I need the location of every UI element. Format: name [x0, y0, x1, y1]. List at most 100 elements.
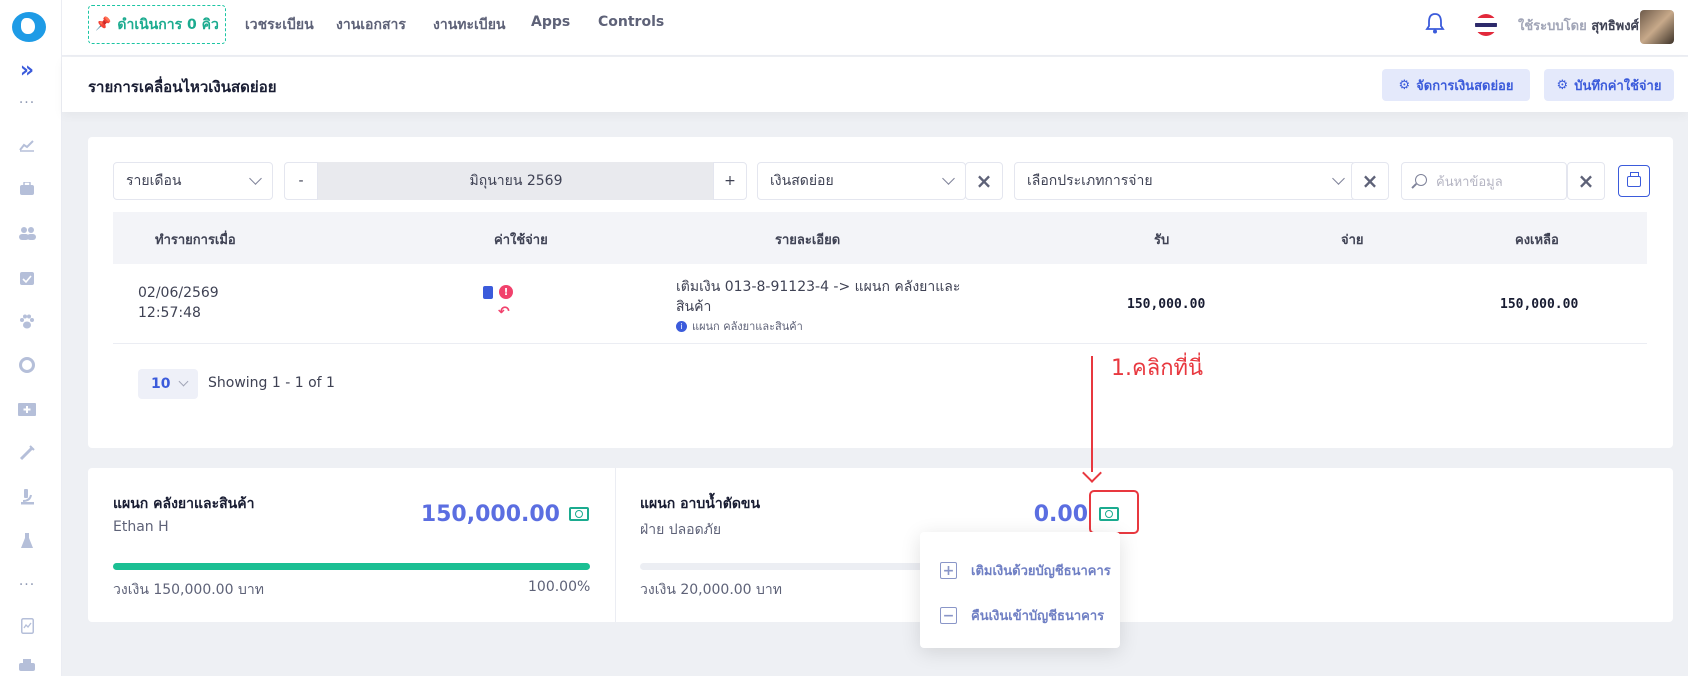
annotation-arrow	[1091, 356, 1093, 472]
row-detail-line2: สินค้า	[676, 299, 712, 315]
user-label[interactable]: ใช้ระบบโดย สุทธิพงศ์	[1518, 15, 1639, 36]
col-created-at[interactable]: ทำรายการเมื่อ	[155, 229, 236, 250]
page-header: รายการเคลื่อนไหวเงินสดย่อย ⚙ จัดการเงินส…	[62, 57, 1688, 112]
left-rail: » ··· ···	[0, 0, 62, 676]
fund-limit-text: วงเงิน 20,000.00 บาท	[640, 582, 783, 598]
manage-petty-cash-button[interactable]: ⚙ จัดการเงินสดย่อย	[1382, 69, 1530, 101]
clear-search-button[interactable]: ×	[1567, 162, 1605, 200]
fund-dept-name: แผนก คลังยาและสินค้า	[113, 496, 255, 512]
lifebuoy-icon[interactable]	[17, 355, 37, 375]
close-icon: ×	[975, 169, 993, 193]
row-receive: 150,000.00	[1127, 297, 1206, 312]
alert-icon[interactable]: !	[499, 285, 513, 299]
printer-icon[interactable]	[17, 656, 37, 676]
search-input[interactable]: ค้นหาข้อมูล	[1401, 162, 1567, 200]
annotation-text: 1.คลิกที่นี่	[1111, 356, 1204, 381]
row-detail-note-text: แผนก คลังยาและสินค้า	[692, 320, 803, 333]
fund-owner: Ethan H	[113, 519, 169, 535]
divider	[615, 468, 616, 622]
calendar-check-icon[interactable]	[17, 267, 37, 287]
menu-deposit-bank[interactable]: + เติมเงินด้วยบัญชีธนาคาร	[940, 560, 1111, 581]
expand-sidebar-icon[interactable]: »	[17, 58, 37, 83]
app-logo-icon[interactable]	[12, 12, 46, 42]
queue-button[interactable]: 📌 ดำเนินการ 0 คิว	[88, 5, 226, 44]
flask-icon[interactable]	[17, 531, 37, 551]
nav-documents[interactable]: งานเอกสาร	[336, 14, 406, 36]
manage-petty-cash-label: จัดการเงินสดย่อย	[1416, 78, 1514, 94]
chevron-down-icon	[1332, 172, 1345, 185]
fund-value: เงินสดย่อย	[770, 173, 834, 189]
pin-icon: 📌	[95, 17, 112, 32]
table-header: ทำรายการเมื่อ ค่าใช้จ่าย รายละเอียด รับ …	[113, 212, 1647, 264]
settings-icon: ⚙	[1556, 77, 1569, 93]
microscope-icon[interactable]	[17, 487, 37, 507]
document-icon[interactable]	[483, 286, 493, 299]
row-balance: 150,000.00	[1500, 297, 1579, 312]
pagination-summary: Showing 1 - 1 of 1	[208, 375, 335, 391]
fund-action-menu: + เติมเงินด้วยบัญชีธนาคาร − คืนเงินเข้าบ…	[920, 532, 1120, 648]
medical-bag-icon[interactable]	[17, 179, 37, 199]
page-size-select[interactable]: 10	[138, 369, 198, 399]
search-placeholder: ค้นหาข้อมูล	[1436, 174, 1503, 190]
col-receive[interactable]: รับ	[1154, 229, 1169, 250]
period-value: รายเดือน	[126, 173, 182, 189]
paw-icon[interactable]	[17, 311, 37, 331]
user-name: สุทธิพงศ์	[1591, 19, 1639, 34]
close-icon: ×	[1577, 169, 1595, 193]
info-icon: i	[676, 321, 687, 332]
row-detail-note: i แผนก คลังยาและสินค้า	[676, 317, 803, 335]
fund-limit-bar	[113, 563, 590, 570]
previous-month-button[interactable]: -	[284, 162, 318, 200]
avatar[interactable]	[1640, 10, 1674, 44]
next-month-button[interactable]: +	[713, 162, 747, 200]
settings-icon: ⚙	[1398, 77, 1411, 93]
syringe-icon[interactable]	[17, 443, 37, 463]
col-pay[interactable]: จ่าย	[1341, 229, 1364, 250]
table-row: 02/06/2569 12:57:48 ! ↶ เติมเงิน 013-8-9…	[113, 264, 1647, 344]
more-dots-icon[interactable]: ···	[17, 93, 37, 113]
row-date: 02/06/2569	[138, 285, 219, 301]
expense-type-placeholder: เลือกประเภทการจ่าย	[1027, 173, 1153, 189]
fund-limit-bar-fill	[113, 563, 590, 570]
nav-controls[interactable]: Controls	[598, 14, 664, 30]
notification-bell-icon[interactable]	[1425, 12, 1445, 34]
nav-registration[interactable]: งานทะเบียน	[433, 14, 505, 36]
queue-label: ดำเนินการ 0 คิว	[117, 16, 219, 33]
funds-card	[88, 468, 1673, 622]
nav-medical-records[interactable]: เวชระเบียน	[245, 14, 314, 36]
more-dots-icon[interactable]: ···	[17, 575, 37, 595]
menu-deposit-label: เติมเงินด้วยบัญชีธนาคาร	[971, 564, 1111, 579]
menu-withdraw-bank[interactable]: − คืนเงินเข้าบัญชีธนาคาร	[940, 605, 1104, 626]
fund-select[interactable]: เงินสดย่อย	[757, 162, 966, 200]
col-expense[interactable]: ค่าใช้จ่าย	[494, 229, 548, 250]
period-select[interactable]: รายเดือน	[113, 162, 273, 200]
row-detail-line1: เติมเงิน 013-8-91123-4 -> แผนก คลังยาและ	[676, 279, 961, 295]
fund-percent: 100.00%	[528, 579, 591, 595]
clear-expense-type-button[interactable]: ×	[1351, 162, 1389, 200]
record-expense-label: บันทึกค่าใช้จ่าย	[1574, 78, 1662, 94]
cash-icon[interactable]	[569, 507, 589, 521]
col-balance[interactable]: คงเหลือ	[1515, 229, 1559, 250]
user-prefix: ใช้ระบบโดย	[1518, 19, 1587, 34]
fund-owner: ฝ่าย ปลอดภัย	[640, 522, 722, 538]
row-time: 12:57:48	[138, 305, 201, 321]
fund-amount: 0.00	[1033, 502, 1088, 527]
report-icon[interactable]	[17, 616, 37, 636]
chevron-down-icon	[942, 172, 955, 185]
fund-dept-name: แผนก อาบน้ำตัดขน	[640, 496, 761, 512]
nav-apps[interactable]: Apps	[531, 14, 570, 30]
thai-flag-icon[interactable]	[1475, 14, 1497, 36]
search-icon	[1415, 174, 1427, 186]
annotation-highlight-box	[1089, 490, 1139, 534]
close-icon: ×	[1361, 169, 1379, 193]
reply-icon[interactable]: ↶	[498, 304, 510, 320]
hospital-box-icon[interactable]	[17, 399, 37, 419]
col-detail[interactable]: รายละเอียด	[775, 229, 840, 250]
chevron-down-icon	[249, 172, 262, 185]
record-expense-button[interactable]: ⚙ บันทึกค่าใช้จ่าย	[1544, 69, 1674, 101]
print-button[interactable]	[1618, 165, 1650, 197]
clear-fund-button[interactable]: ×	[965, 162, 1003, 200]
users-icon[interactable]	[17, 223, 37, 243]
expense-type-select[interactable]: เลือกประเภทการจ่าย	[1014, 162, 1356, 200]
chart-icon[interactable]	[17, 135, 37, 155]
